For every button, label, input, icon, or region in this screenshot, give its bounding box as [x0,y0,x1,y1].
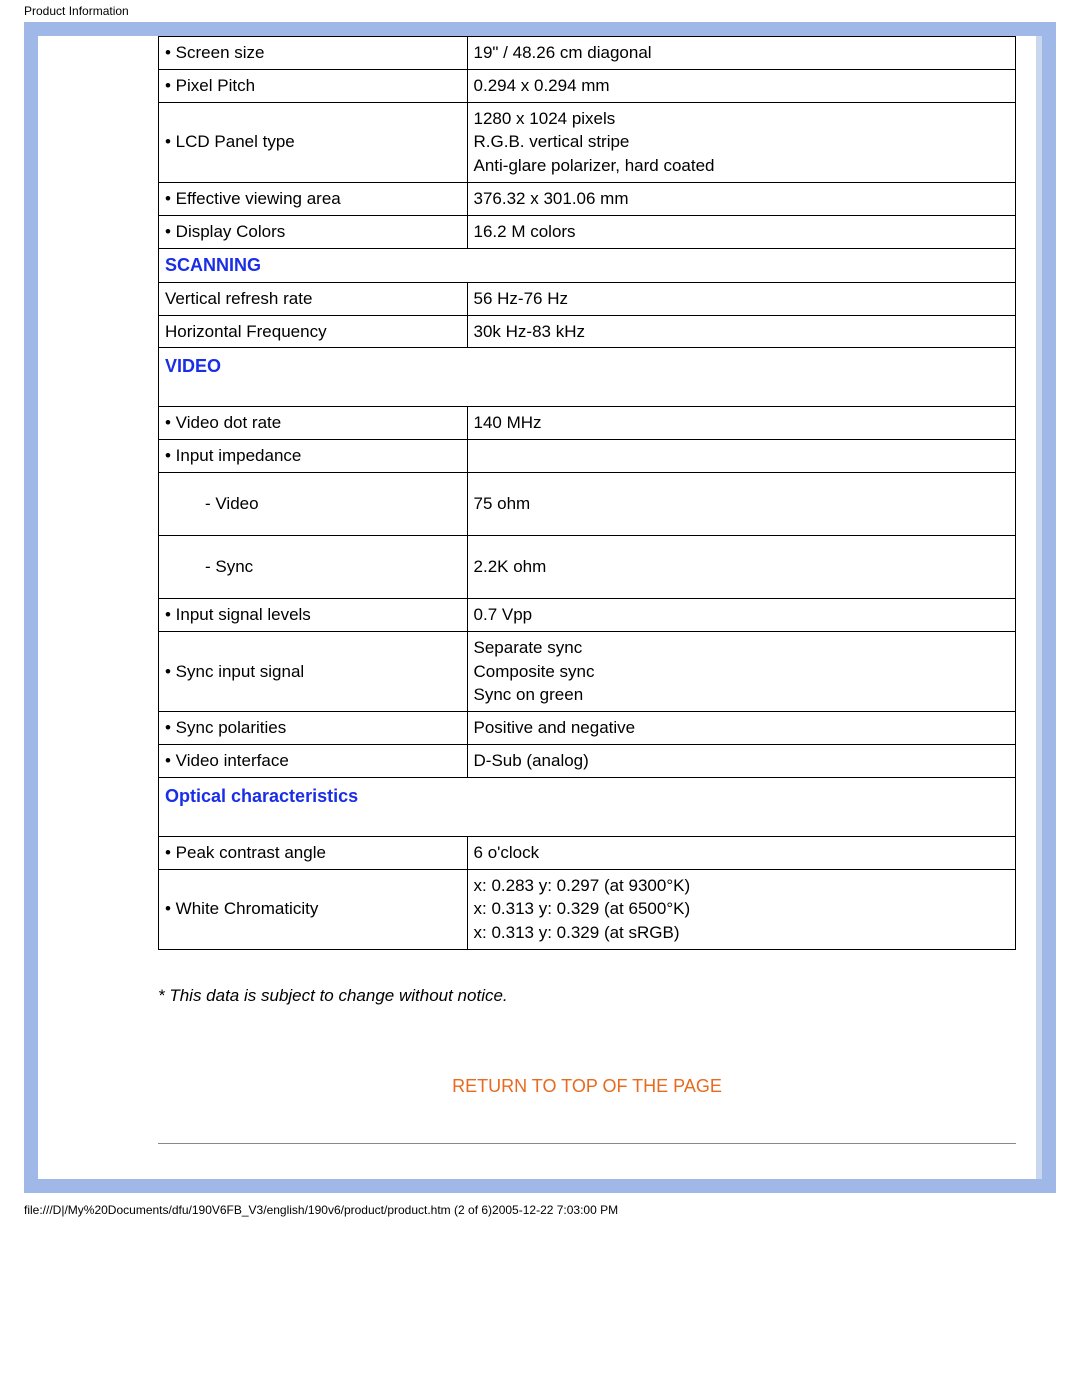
return-to-top: RETURN TO TOP OF THE PAGE [158,1076,1016,1121]
table-row: • Input signal levels0.7 Vpp [159,598,1016,631]
spec-value: 2.2K ohm [467,535,1015,598]
table-row: • LCD Panel type1280 x 1024 pixelsR.G.B.… [159,102,1016,182]
spec-label: • Pixel Pitch [159,69,468,102]
section-header: Optical characteristics [159,777,1016,836]
section-header-row: Optical characteristics [159,777,1016,836]
content-panel: • Screen size19" / 48.26 cm diagonal• Pi… [38,36,1042,1179]
divider [158,1143,1016,1144]
table-row: - Sync2.2K ohm [159,535,1016,598]
spec-label: • Video dot rate [159,407,468,440]
spec-value: 16.2 M colors [467,215,1015,248]
spec-value [467,440,1015,473]
spec-label: • Display Colors [159,215,468,248]
spec-value: D-Sub (analog) [467,744,1015,777]
page-frame: • Screen size19" / 48.26 cm diagonal• Pi… [24,22,1056,1193]
section-header: VIDEO [159,348,1016,407]
table-row: • Sync input signalSeparate syncComposit… [159,631,1016,711]
spec-label: • Sync polarities [159,712,468,745]
section-header-row: VIDEO [159,348,1016,407]
section-header: SCANNING [159,248,1016,282]
spec-label: • White Chromaticity [159,869,468,949]
spec-label: - Sync [159,535,468,598]
spec-label: • Screen size [159,37,468,70]
spec-value: 0.7 Vpp [467,598,1015,631]
table-row: • Screen size19" / 48.26 cm diagonal [159,37,1016,70]
spec-value: 19" / 48.26 cm diagonal [467,37,1015,70]
table-row: • Video dot rate140 MHz [159,407,1016,440]
table-row: • Display Colors16.2 M colors [159,215,1016,248]
spec-table: • Screen size19" / 48.26 cm diagonal• Pi… [158,36,1016,950]
spec-label: • Input signal levels [159,598,468,631]
table-row: • Input impedance [159,440,1016,473]
table-row: Horizontal Frequency30k Hz-83 kHz [159,315,1016,348]
spec-value: 1280 x 1024 pixelsR.G.B. vertical stripe… [467,102,1015,182]
footnote: * This data is subject to change without… [158,986,1016,1006]
spec-value: 56 Hz-76 Hz [467,282,1015,315]
section-header-row: SCANNING [159,248,1016,282]
spec-value: 376.32 x 301.06 mm [467,182,1015,215]
spec-label: Vertical refresh rate [159,282,468,315]
table-row: - Video75 ohm [159,472,1016,535]
spec-label: • Input impedance [159,440,468,473]
spec-value: Separate syncComposite syncSync on green [467,631,1015,711]
spec-label: • Sync input signal [159,631,468,711]
spec-value: 140 MHz [467,407,1015,440]
page-header-title: Product Information [0,0,1080,22]
table-row: • White Chromaticityx: 0.283 y: 0.297 (a… [159,869,1016,949]
table-row: • Effective viewing area376.32 x 301.06 … [159,182,1016,215]
spec-label: - Video [159,472,468,535]
spec-value: 0.294 x 0.294 mm [467,69,1015,102]
table-row: Vertical refresh rate56 Hz-76 Hz [159,282,1016,315]
spec-label: • LCD Panel type [159,102,468,182]
table-row: • Pixel Pitch0.294 x 0.294 mm [159,69,1016,102]
table-row: • Video interfaceD-Sub (analog) [159,744,1016,777]
spec-value: x: 0.283 y: 0.297 (at 9300°K)x: 0.313 y:… [467,869,1015,949]
spec-value: 30k Hz-83 kHz [467,315,1015,348]
spec-value: 6 o'clock [467,836,1015,869]
spec-value: Positive and negative [467,712,1015,745]
footer-path: file:///D|/My%20Documents/dfu/190V6FB_V3… [0,1193,1080,1225]
table-row: • Sync polaritiesPositive and negative [159,712,1016,745]
spec-label: • Peak contrast angle [159,836,468,869]
spec-label: Horizontal Frequency [159,315,468,348]
spec-label: • Video interface [159,744,468,777]
spec-label: • Effective viewing area [159,182,468,215]
table-row: • Peak contrast angle6 o'clock [159,836,1016,869]
spec-value: 75 ohm [467,472,1015,535]
return-to-top-link[interactable]: RETURN TO TOP OF THE PAGE [452,1076,722,1096]
